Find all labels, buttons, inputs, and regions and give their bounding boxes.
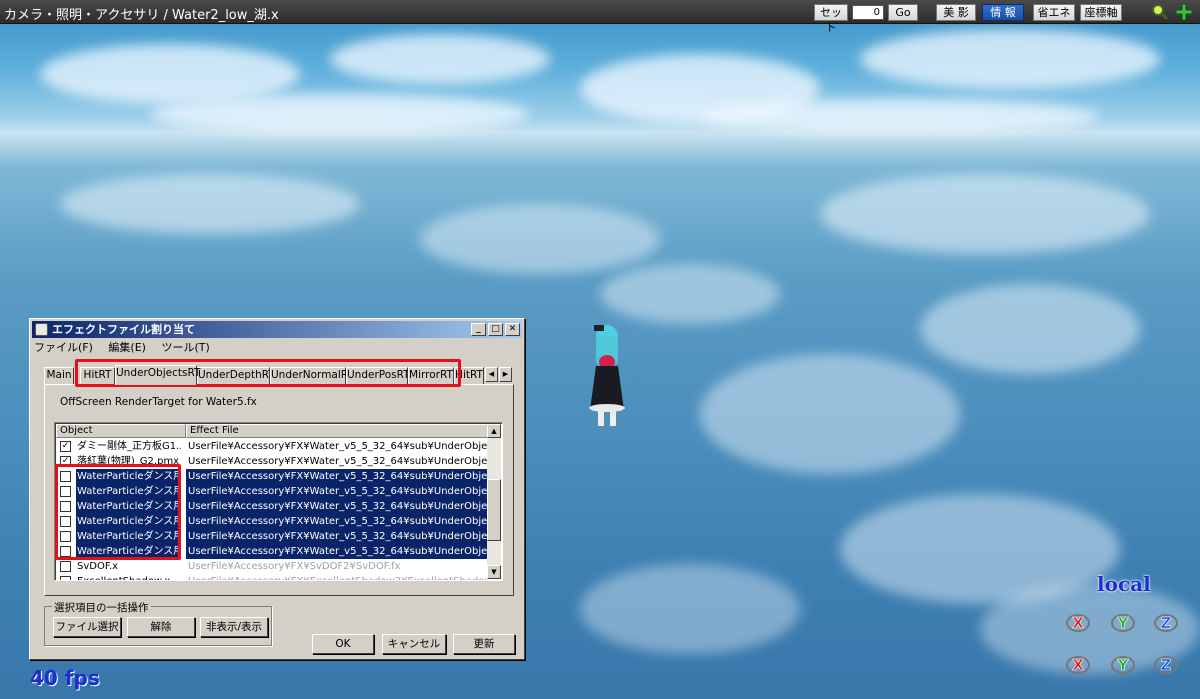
table-row[interactable]: ExcellentShadow.x UserFile¥Accessory¥FX¥E… [56, 574, 487, 580]
effect-file-cell: UserFile¥Accessory¥FX¥Water_v5_5_32_64¥s… [188, 441, 487, 452]
checkbox[interactable] [60, 576, 71, 580]
menu-file[interactable]: ファイル(F) [34, 339, 93, 355]
checkbox-checked[interactable]: ✓ [60, 441, 71, 452]
effect-file-cell: UserFile¥Accessory¥FX¥Water_v5_5_32_64¥s… [188, 456, 487, 467]
panel-description: OffScreen RenderTarget for Water5.fx [60, 396, 257, 408]
rows-highlight [55, 464, 181, 560]
table-row[interactable]: ✓ ダミー剛体_正方板G1.... UserFile¥Accessory¥FX¥Wa… [56, 439, 487, 454]
info-button[interactable]: 情 報 [982, 4, 1024, 21]
release-button[interactable]: 解除 [127, 617, 195, 637]
ok-button[interactable]: OK [312, 634, 374, 654]
menu-edit[interactable]: 編集(E) [108, 339, 146, 355]
effect-file-cell: UserFile¥Accessory¥FX¥Water_v5_5_32_64¥s… [186, 514, 487, 529]
fps-counter: 40 fps [30, 666, 100, 690]
effect-file-cell: UserFile¥Accessory¥FX¥ExcellentShadow2¥E… [186, 574, 487, 580]
column-effect-file[interactable]: Effect File [186, 424, 488, 438]
table-row[interactable]: SvDOF.x UserFile¥Accessory¥FX¥SvDOF2¥SvDO… [56, 559, 487, 574]
rotate-y-axis-icon[interactable]: Y [1110, 610, 1136, 634]
svg-text:Z: Z [1161, 614, 1172, 632]
tab-main[interactable]: Main [44, 367, 74, 384]
tab-underobjectsrt[interactable]: UnderObjectsRT [115, 365, 200, 385]
rotate-x-axis-icon[interactable]: X [1065, 610, 1091, 634]
move-icon[interactable] [1175, 3, 1193, 21]
move-x-axis-icon[interactable]: X [1065, 652, 1091, 676]
object-name-cell: ExcellentShadow.x [76, 574, 181, 580]
svg-text:X: X [1072, 614, 1084, 632]
minimize-icon[interactable]: _ [471, 323, 486, 336]
bikage-button[interactable]: 美 影 [936, 4, 976, 21]
effect-file-cell: UserFile¥Accessory¥FX¥Water_v5_5_32_64¥s… [186, 529, 487, 544]
checkbox[interactable] [60, 561, 71, 572]
effect-file-cell: UserFile¥Accessory¥FX¥Water_v5_5_32_64¥s… [186, 499, 487, 514]
space-mode-label[interactable]: local [1097, 572, 1151, 596]
rotate-z-axis-icon[interactable]: Z [1153, 610, 1179, 634]
frame-input[interactable]: 0 [852, 5, 884, 20]
svg-text:Y: Y [1117, 614, 1130, 632]
cancel-button[interactable]: キャンセル [382, 634, 446, 654]
file-select-button[interactable]: ファイル選択 [53, 617, 121, 637]
menu-tools[interactable]: ツール(T) [161, 339, 209, 355]
effect-file-cell: UserFile¥Accessory¥FX¥SvDOF2¥SvDOF.fx [188, 561, 401, 572]
list-scrollbar[interactable]: ▲ ▼ [487, 424, 501, 579]
menu-bar: ファイル(F) 編集(E) ツール(T) [34, 339, 222, 355]
eco-button[interactable]: 省エネ [1033, 4, 1075, 21]
go-button[interactable]: Go [888, 4, 918, 21]
scroll-up-icon[interactable]: ▲ [487, 424, 501, 438]
effect-file-cell: UserFile¥Accessory¥FX¥Water_v5_5_32_64¥s… [186, 469, 487, 484]
tab-scroll-right-icon[interactable]: ▶ [499, 367, 512, 382]
effect-file-cell: UserFile¥Accessory¥FX¥Water_v5_5_32_64¥s… [186, 484, 487, 499]
dialog-titlebar[interactable]: エフェクトファイル割り当て _ □ ✕ [32, 321, 522, 338]
effect-file-cell: UserFile¥Accessory¥FX¥Water_v5_5_32_64¥s… [186, 544, 487, 559]
app-icon [35, 323, 48, 336]
close-icon[interactable]: ✕ [505, 323, 520, 336]
window-title: カメラ・照明・アクセサリ / Water2_low_湖.x [4, 8, 279, 23]
move-z-axis-icon[interactable]: Z [1153, 652, 1179, 676]
svg-text:X: X [1072, 656, 1084, 674]
maximize-icon[interactable]: □ [488, 323, 503, 336]
scroll-down-icon[interactable]: ▼ [487, 565, 501, 579]
character-model[interactable] [582, 322, 632, 432]
bulk-operation-group: 選択項目の一括操作 ファイル選択 解除 非表示/表示 [44, 600, 272, 646]
object-name-cell: ダミー剛体_正方板G1.... [77, 441, 181, 452]
zoom-icon[interactable] [1151, 3, 1169, 21]
scroll-thumb[interactable] [487, 479, 501, 541]
toggle-visibility-button[interactable]: 非表示/表示 [200, 617, 268, 637]
top-bar: カメラ・照明・アクセサリ / Water2_low_湖.x セット 0 Go 美… [0, 0, 1200, 34]
group-label: 選択項目の一括操作 [52, 600, 151, 615]
set-button[interactable]: セット [814, 4, 848, 34]
column-object[interactable]: Object [56, 424, 186, 438]
tab-scroll-left-icon[interactable]: ◀ [485, 367, 498, 382]
object-name-cell: SvDOF.x [77, 561, 119, 572]
axis-button[interactable]: 座標軸 [1080, 4, 1122, 21]
update-button[interactable]: 更新 [453, 634, 515, 654]
svg-text:Y: Y [1117, 656, 1130, 674]
dialog-title: エフェクトファイル割り当て [52, 323, 195, 336]
move-y-axis-icon[interactable]: Y [1110, 652, 1136, 676]
svg-text:Z: Z [1161, 656, 1172, 674]
